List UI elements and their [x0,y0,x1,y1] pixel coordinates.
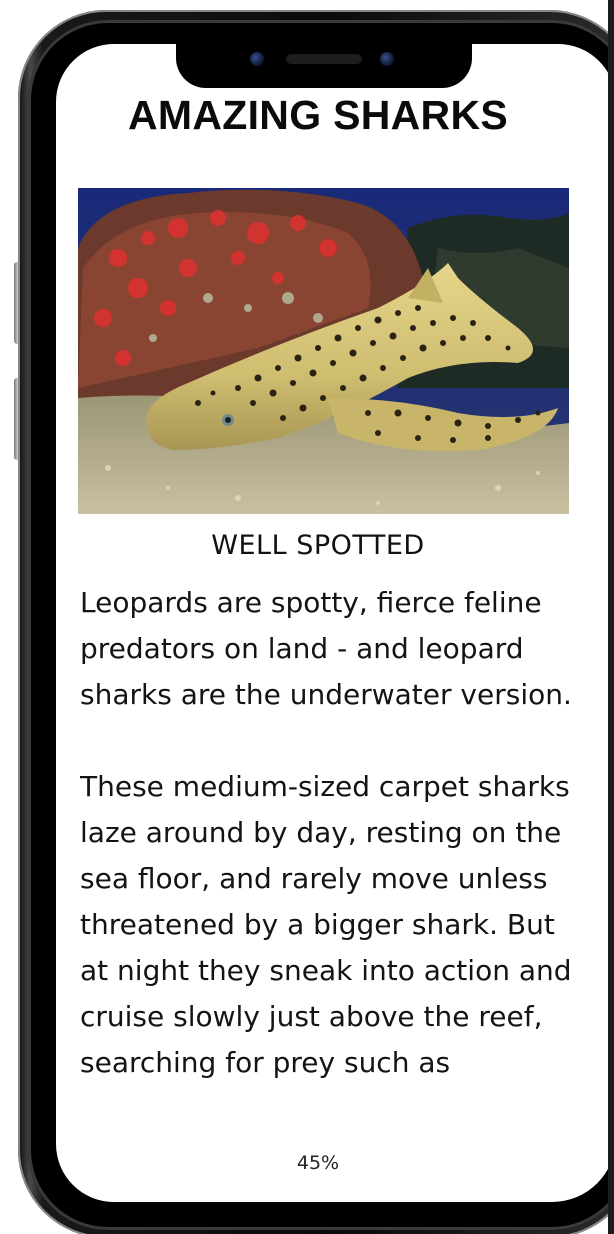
section-subtitle: WELL SPOTTED [211,530,425,561]
reading-progress-label: 45% [296,1152,340,1174]
shark-illustration [78,188,569,514]
front-camera-icon [250,52,264,66]
page-title: AMAZING SHARKS [127,92,509,138]
earpiece-speaker [286,54,362,64]
paragraph-1: Leopards are spotty, fierce feline preda… [80,586,572,711]
paragraph-2: These medium-sized carpet sharks laze ar… [80,770,572,1079]
sensor-icon [380,52,394,66]
frame-edge [608,0,614,1234]
leopard-shark-photo [78,188,569,514]
device-stage: AMAZING SHARKS WELL SPOTTED Leopards are… [0,0,614,1234]
text-fade-overlay [78,1118,578,1148]
article-body: Leopards are spotty, fierce feline preda… [80,580,580,1140]
